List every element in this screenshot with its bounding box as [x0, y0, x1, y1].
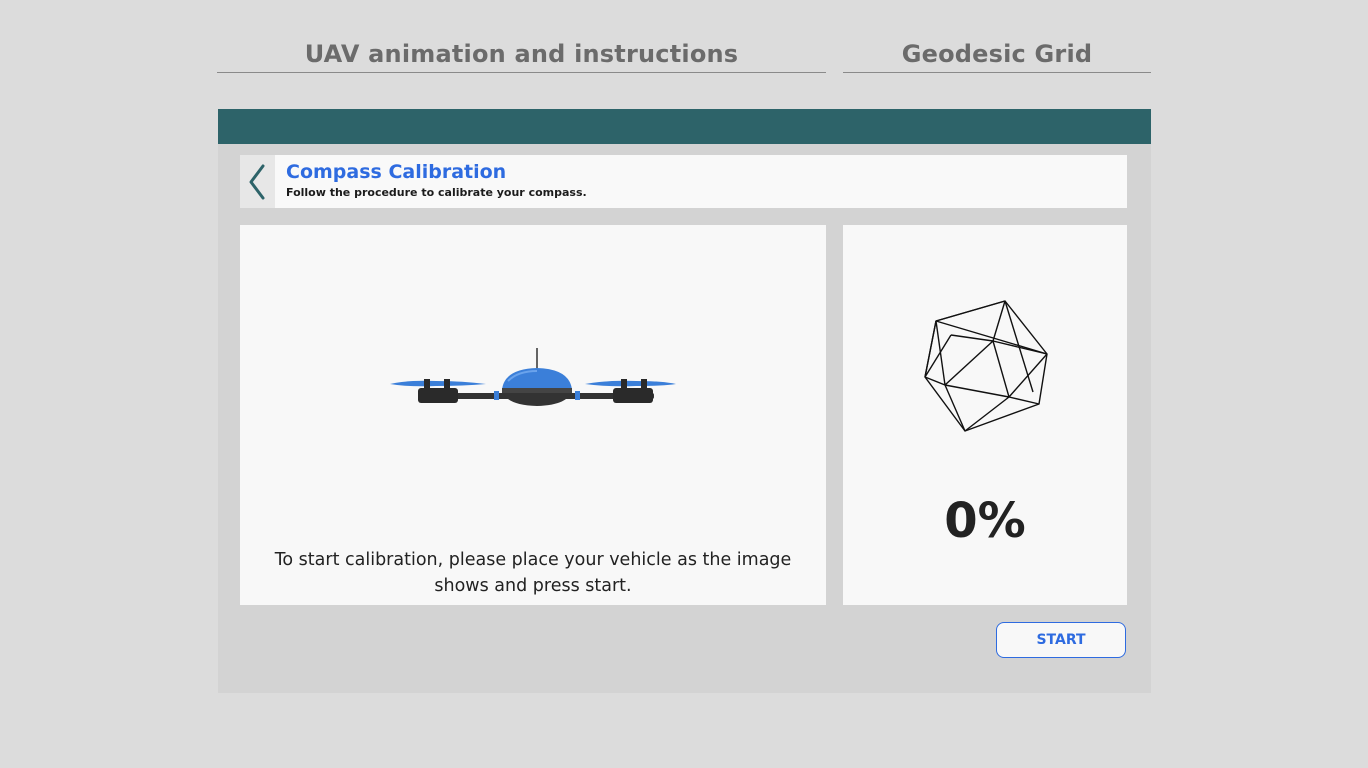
geodesic-grid-icon [924, 300, 1048, 432]
chevron-left-icon [249, 164, 265, 200]
back-button[interactable] [240, 155, 275, 208]
drone-image [390, 348, 676, 406]
calibration-page: UAV animation and instructions Geodesic … [0, 0, 1368, 768]
geodesic-section-heading: Geodesic Grid [843, 36, 1151, 73]
page-subtitle: Follow the procedure to calibrate your c… [286, 186, 587, 199]
calibration-header: Compass Calibration Follow the procedure… [240, 155, 1127, 208]
uav-section-heading: UAV animation and instructions [217, 36, 826, 73]
instruction-text: To start calibration, please place your … [274, 550, 792, 596]
calibration-progress: 0% [944, 493, 1026, 549]
page-title: Compass Calibration [286, 161, 507, 183]
start-button[interactable]: START [996, 622, 1126, 658]
geodesic-grid-card: 0% [843, 225, 1127, 605]
uav-animation-card: To start calibration, please place your … [240, 225, 826, 605]
calibration-panel: Compass Calibration Follow the procedure… [218, 109, 1151, 693]
panel-top-bar [218, 109, 1151, 144]
